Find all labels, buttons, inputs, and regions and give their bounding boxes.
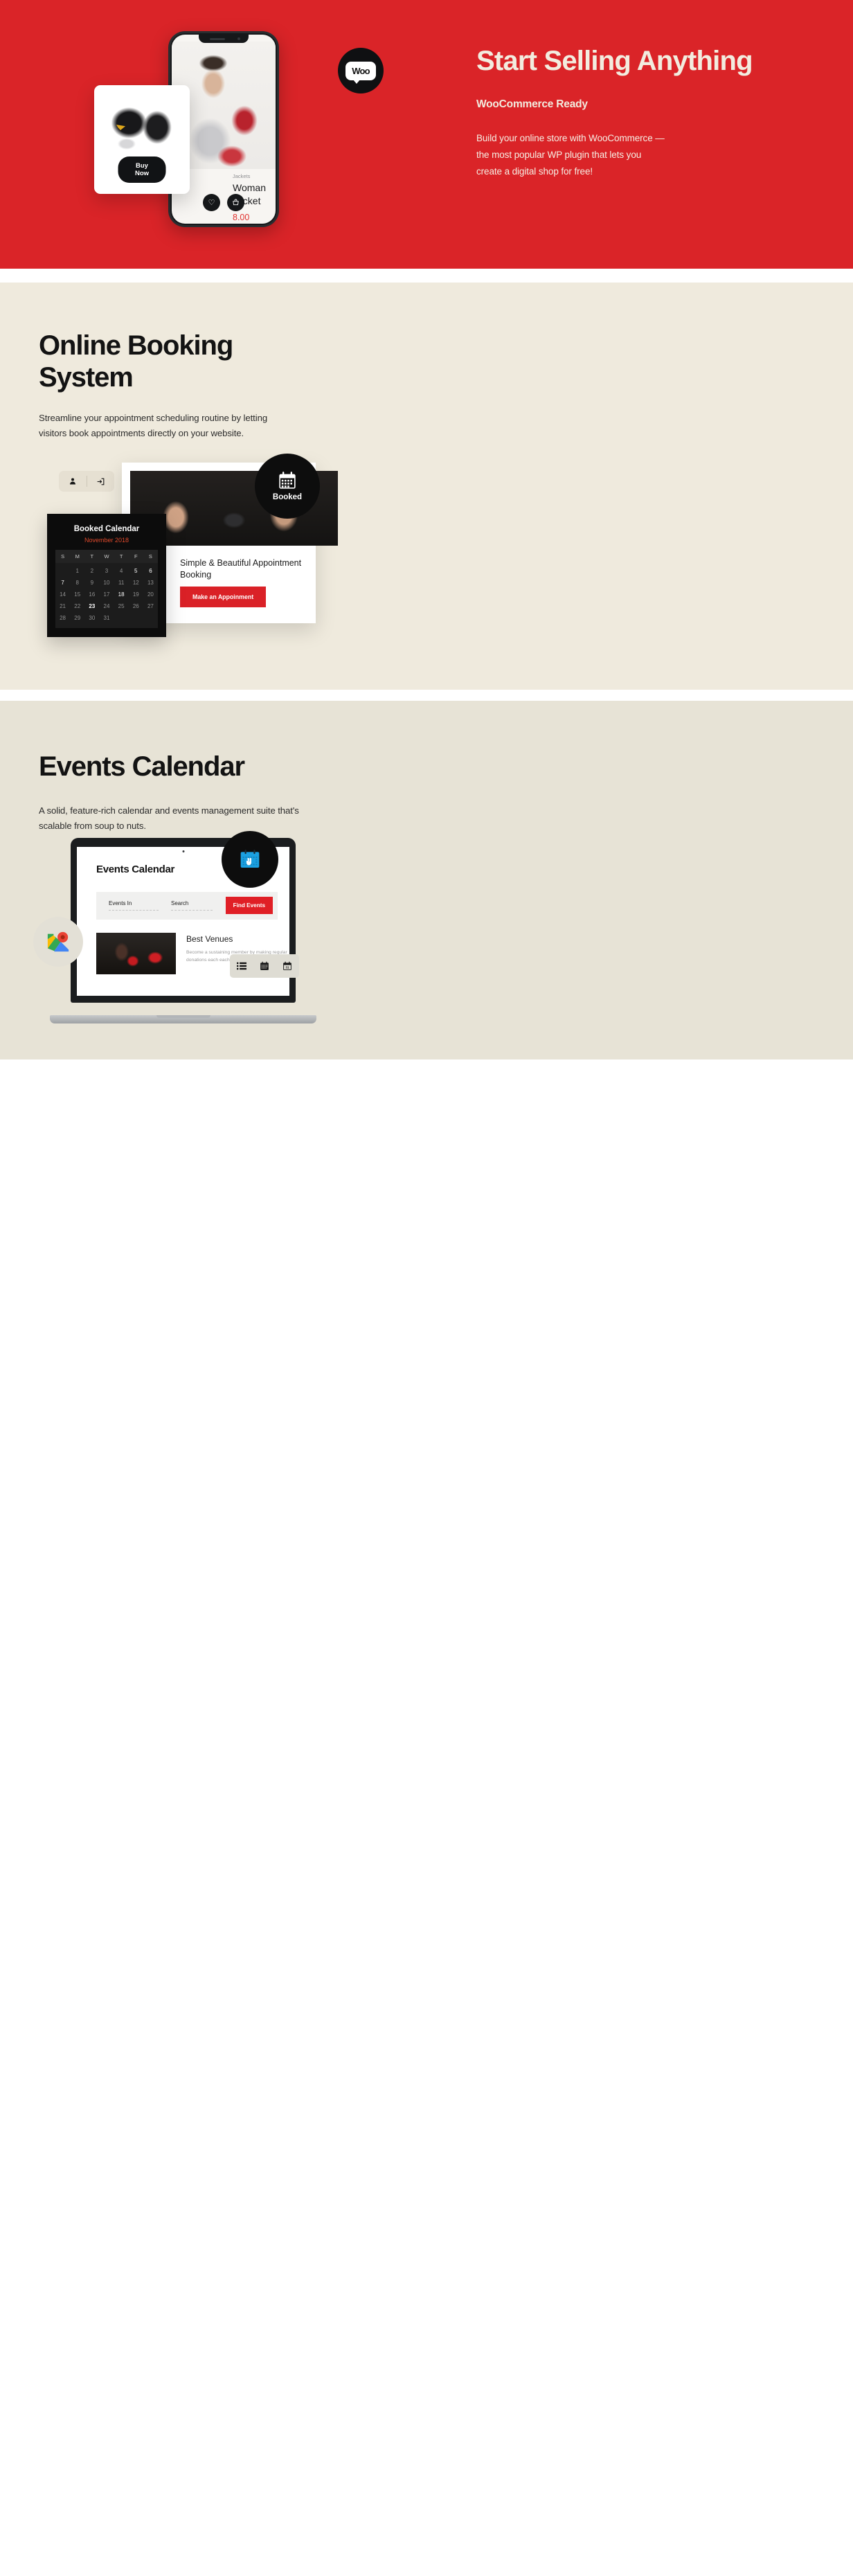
calendar-day-25[interactable]: 25: [114, 600, 129, 612]
calendar-day-29[interactable]: 29: [70, 612, 84, 624]
search-input[interactable]: [171, 910, 213, 911]
calendar-day-13[interactable]: 13: [143, 577, 158, 589]
heart-icon[interactable]: ♡: [203, 194, 220, 211]
phone-product-price: 8.00: [233, 213, 250, 222]
booking-card-heading: Simple & Beautiful Appointment Booking: [180, 558, 302, 580]
basket-icon[interactable]: [227, 194, 244, 211]
calendar-day-26[interactable]: 26: [129, 600, 143, 612]
hero-subtitle: WooCommerce Ready: [476, 98, 588, 110]
events-description: A solid, feature-rich calendar and event…: [39, 805, 299, 831]
calendar-weekday: S: [61, 553, 65, 560]
calendar-day-27[interactable]: 27: [143, 600, 158, 612]
events-calendar-badge: [222, 831, 278, 888]
events-screen-title: Events Calendar: [96, 864, 175, 875]
calendar-days[interactable]: 1 2 3 4 5 6 7 8 9 10 11 12 13 14 15 16 17 18 19 20 21 22 23 24 2…: [55, 563, 158, 628]
phone-notch: [199, 35, 249, 43]
events-view-switcher: 31: [230, 954, 299, 978]
section-divider-2: [0, 690, 853, 701]
events-filter-bar: Events In Search Find Events: [96, 892, 278, 920]
calendar-weekday-header: SMTWTFS: [55, 550, 158, 563]
booked-badge: Booked: [255, 454, 320, 519]
calendar-day-3[interactable]: 3: [99, 565, 114, 577]
hero-copy: Start Selling Anything WooCommerce Ready…: [476, 46, 788, 180]
calendar-day-16[interactable]: 16: [84, 589, 99, 600]
day-view-icon[interactable]: 31: [282, 961, 292, 971]
calendar-day-4[interactable]: 4: [114, 565, 129, 577]
events-calendar-rock-hand-icon: [240, 850, 260, 868]
product-card: Buy Now: [94, 85, 190, 194]
calendar-weekday: T: [90, 553, 94, 560]
login-arrow-icon[interactable]: [87, 477, 115, 486]
calendar-icon: [279, 472, 296, 489]
google-maps-badge: [33, 917, 83, 967]
events-in-input[interactable]: [109, 910, 159, 911]
booking-title: Online Booking System: [39, 330, 233, 393]
calendar-blank-cell: [55, 565, 70, 577]
calendar-day-21[interactable]: 21: [55, 600, 70, 612]
calendar-day-14[interactable]: 14: [55, 589, 70, 600]
calendar-day-9[interactable]: 9: [84, 577, 99, 589]
calendar-day-18[interactable]: 18: [114, 589, 129, 600]
booked-calendar-widget: Booked Calendar November 2018 SMTWTFS 12…: [47, 514, 166, 637]
search-label: Search: [171, 900, 189, 906]
svg-text:31: 31: [286, 966, 289, 969]
calendar-month: November 2018: [84, 537, 129, 544]
calendar-day-20[interactable]: 20: [143, 589, 158, 600]
hero-section: Jackets Woman Jacket 8.00 ♡ Buy Now Woo …: [0, 0, 853, 269]
calendar-day-5[interactable]: 5: [129, 565, 143, 577]
calendar-day-1[interactable]: 1: [70, 565, 84, 577]
month-view-icon[interactable]: [260, 961, 269, 971]
calendar-day-8[interactable]: 8: [70, 577, 84, 589]
calendar-day-17[interactable]: 17: [99, 589, 114, 600]
make-appointment-button[interactable]: Make an Appoinment: [180, 587, 267, 607]
find-events-button[interactable]: Find Events: [225, 897, 273, 914]
calendar-day-10[interactable]: 10: [99, 577, 114, 589]
calendar-weekday: M: [75, 553, 80, 560]
calendar-day-11[interactable]: 11: [114, 577, 129, 589]
boxing-gloves-image: [104, 94, 180, 158]
laptop-base: [50, 1015, 316, 1023]
calendar-title: Booked Calendar: [73, 525, 140, 533]
phone-action-row: ♡: [172, 194, 276, 211]
google-maps-pin-icon: [47, 931, 69, 952]
best-venues-title: Best Venues: [186, 934, 233, 944]
calendar-day-31[interactable]: 31: [99, 612, 114, 624]
calendar-day-19[interactable]: 19: [129, 589, 143, 600]
calendar-day-30[interactable]: 30: [84, 612, 99, 624]
calendar-day-7[interactable]: 7: [55, 577, 70, 589]
calendar-day-6[interactable]: 6: [143, 565, 158, 577]
section-divider-1: [0, 269, 853, 280]
calendar-grid: SMTWTFS 1 2 3 4 5 6 7 8 9 10 11 12 13 14 15 16 17 18 19 20 2…: [55, 550, 158, 628]
booking-description: Streamline your appointment scheduling r…: [39, 413, 268, 438]
venue-thumbnail: [96, 933, 176, 974]
calendar-weekday: S: [148, 553, 152, 560]
booked-badge-label: Booked: [272, 493, 303, 501]
laptop-camera: [182, 850, 184, 852]
calendar-day-15[interactable]: 15: [70, 589, 84, 600]
user-icon[interactable]: [59, 477, 87, 485]
calendar-weekday: W: [104, 553, 109, 560]
woo-logo-text: Woo: [345, 61, 376, 84]
calendar-weekday: F: [134, 553, 138, 560]
booking-toolbar: [59, 471, 114, 492]
calendar-day-2[interactable]: 2: [84, 565, 99, 577]
buy-now-button[interactable]: Buy Now: [118, 156, 166, 183]
calendar-day-22[interactable]: 22: [70, 600, 84, 612]
calendar-day-12[interactable]: 12: [129, 577, 143, 589]
calendar-day-28[interactable]: 28: [55, 612, 70, 624]
landing-page: Jackets Woman Jacket 8.00 ♡ Buy Now Woo …: [0, 0, 853, 2576]
events-title: Events Calendar: [39, 751, 245, 782]
hero-body-text: Build your online store with WooCommerce…: [476, 133, 665, 177]
calendar-weekday: T: [119, 553, 123, 560]
woocommerce-badge: Woo: [338, 48, 384, 93]
calendar-day-24[interactable]: 24: [99, 600, 114, 612]
phone-product-category: Jackets: [233, 173, 251, 179]
calendar-day-23[interactable]: 23: [84, 600, 99, 613]
events-in-label: Events In: [109, 900, 132, 906]
list-view-icon[interactable]: [236, 962, 246, 970]
hero-title: Start Selling Anything: [476, 46, 753, 76]
